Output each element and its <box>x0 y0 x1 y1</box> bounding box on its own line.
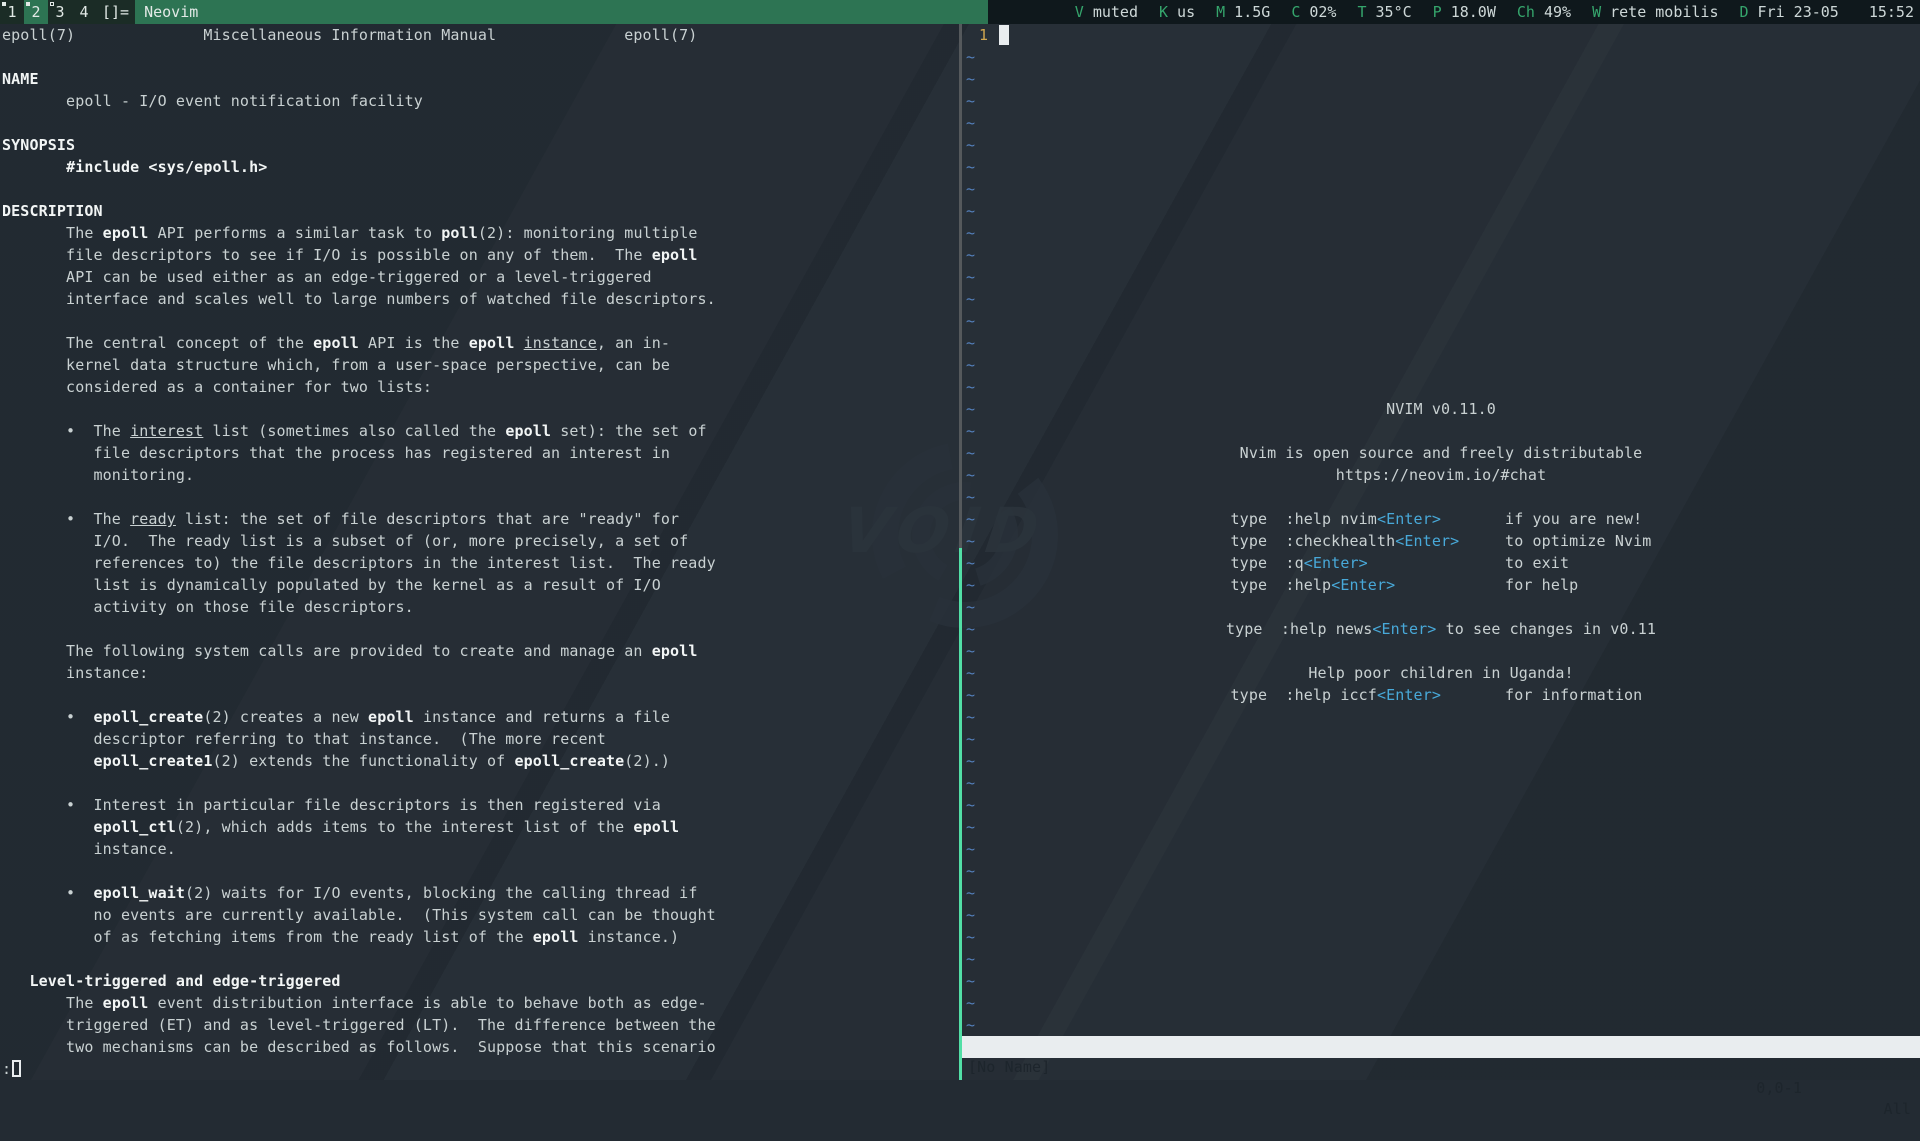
intro-line: type :q<Enter> to exit <box>962 552 1920 574</box>
man-line: kernel data structure which, from a user… <box>2 354 716 376</box>
man-line <box>2 112 716 134</box>
status-item-T: T 35°C <box>1357 0 1411 24</box>
man-line: The epoll event distribution interface i… <box>2 992 716 1014</box>
man-line <box>2 310 716 332</box>
status-area: V muted K us M 1.5G C 02% T 35°C P 18.0W Ch 49… <box>988 0 1920 24</box>
status-item-C: C 02% <box>1291 0 1336 24</box>
man-line: DESCRIPTION <box>2 200 716 222</box>
man-line <box>2 772 716 794</box>
tag-occupancy-square <box>50 2 54 6</box>
man-line: triggered (ET) and as level-triggered (L… <box>2 1014 716 1036</box>
man-line: The following system calls are provided … <box>2 640 716 662</box>
intro-line: Nvim is open source and freely distribut… <box>962 442 1920 464</box>
statusline-scroll-position: All <box>1884 1099 1911 1120</box>
man-line <box>2 684 716 706</box>
man-line: #include <sys/epoll.h> <box>2 156 716 178</box>
man-line: • The ready list: the set of file descri… <box>2 508 716 530</box>
nvim-cmdline[interactable] <box>962 1058 1920 1080</box>
man-line: monitoring. <box>2 464 716 486</box>
man-line: considered as a container for two lists: <box>2 376 716 398</box>
man-line: SYNOPSIS <box>2 134 716 156</box>
man-line: file descriptors that the process has re… <box>2 442 716 464</box>
man-line: epoll_create1(2) extends the functionali… <box>2 750 716 772</box>
status-clock: 15:52 <box>1869 0 1914 24</box>
man-line: • epoll_create(2) creates a new epoll in… <box>2 706 716 728</box>
status-item-P: P 18.0W <box>1433 0 1496 24</box>
nvim-statusline: [No Name] 0,0-1 All <box>962 1036 1920 1058</box>
man-line: activity on those file descriptors. <box>2 596 716 618</box>
tag-occupancy-square <box>2 2 6 6</box>
tag-4[interactable]: 4 <box>72 0 96 24</box>
man-line: API can be used either as an edge-trigge… <box>2 266 716 288</box>
nvim-intro: NVIM v0.11.0 Nvim is open source and free… <box>962 24 1920 1080</box>
man-line: NAME <box>2 68 716 90</box>
man-line <box>2 618 716 640</box>
status-item-D: D Fri 23-05 <box>1740 0 1839 24</box>
intro-line: type :help nvim<Enter> if you are new! <box>962 508 1920 530</box>
man-line: references to) the file descriptors in t… <box>2 552 716 574</box>
status-items: V muted K us M 1.5G C 02% T 35°C P 18.0W Ch 49… <box>1054 0 1839 24</box>
man-terminal-window[interactable]: epoll(7) Miscellaneous Information Manua… <box>0 24 959 1080</box>
intro-line: https://neovim.io/#chat <box>962 464 1920 486</box>
man-line: The epoll API performs a similar task to… <box>2 222 716 244</box>
tag-3[interactable]: 3 <box>48 0 72 24</box>
man-line: I/O. The ready list is a subset of (or, … <box>2 530 716 552</box>
man-line: no events are currently available. (This… <box>2 904 716 926</box>
man-content: epoll(7) Miscellaneous Information Manua… <box>2 24 716 1080</box>
status-item-K: K us <box>1159 0 1195 24</box>
focused-window-title: Neovim <box>135 0 988 24</box>
status-item-Ch: Ch 49% <box>1517 0 1571 24</box>
tag-occupancy-square <box>74 2 78 6</box>
intro-line: Help poor children in Uganda! <box>962 662 1920 684</box>
statusline-ruler: 0,0-1 <box>1756 1078 1802 1099</box>
man-line: interface and scales well to large numbe… <box>2 288 716 310</box>
man-line <box>2 398 716 420</box>
man-line: • epoll_wait(2) waits for I/O events, bl… <box>2 882 716 904</box>
window-separator-green[interactable] <box>959 548 962 1080</box>
man-line: • The interest list (sometimes also call… <box>2 420 716 442</box>
status-item-W: W rete mobilis <box>1592 0 1718 24</box>
man-line: descriptor referring to that instance. (… <box>2 728 716 750</box>
man-line: of as fetching items from the ready list… <box>2 926 716 948</box>
top-bar: 1234 []= Neovim V muted K us M 1.5G C 02% T … <box>0 0 1920 24</box>
man-line: epoll(7) Miscellaneous Information Manua… <box>2 24 716 46</box>
man-line <box>2 486 716 508</box>
nvim-window[interactable]: 1 ~~~~~~~~~~~~~~~~~~~~~~~~~~~~~~~~~~~~~~… <box>962 24 1920 1080</box>
tag-1[interactable]: 1 <box>0 0 24 24</box>
tag-list: 1234 <box>0 0 96 24</box>
pager-cursor-hollow <box>12 1060 21 1077</box>
man-line: epoll_ctl(2), which adds items to the in… <box>2 816 716 838</box>
man-line: instance. <box>2 838 716 860</box>
intro-line: type :help<Enter> for help <box>962 574 1920 596</box>
man-line: instance: <box>2 662 716 684</box>
intro-line: type :checkhealth<Enter> to optimize Nvi… <box>962 530 1920 552</box>
tag-2[interactable]: 2 <box>24 0 48 24</box>
tag-occupancy-square <box>26 2 30 6</box>
man-line: The central concept of the epoll API is … <box>2 332 716 354</box>
window-separator-gray[interactable] <box>959 24 962 548</box>
man-line: file descriptors to see if I/O is possib… <box>2 244 716 266</box>
man-line: • Interest in particular file descriptor… <box>2 794 716 816</box>
intro-line: NVIM v0.11.0 <box>962 398 1920 420</box>
status-item-M: M 1.5G <box>1216 0 1270 24</box>
man-line: epoll - I/O event notification facility <box>2 90 716 112</box>
man-line: two mechanisms can be described as follo… <box>2 1036 716 1058</box>
man-line <box>2 948 716 970</box>
intro-line: type :help news<Enter> to see changes in… <box>962 618 1920 640</box>
layout-symbol[interactable]: []= <box>96 0 135 24</box>
man-line: Level-triggered and edge-triggered <box>2 970 716 992</box>
intro-line: type :help iccf<Enter> for information <box>962 684 1920 706</box>
man-line <box>2 46 716 68</box>
man-line: list is dynamically populated by the ker… <box>2 574 716 596</box>
man-line <box>2 178 716 200</box>
status-item-V: V muted <box>1075 0 1138 24</box>
man-line: : <box>2 1058 716 1080</box>
man-line <box>2 860 716 882</box>
